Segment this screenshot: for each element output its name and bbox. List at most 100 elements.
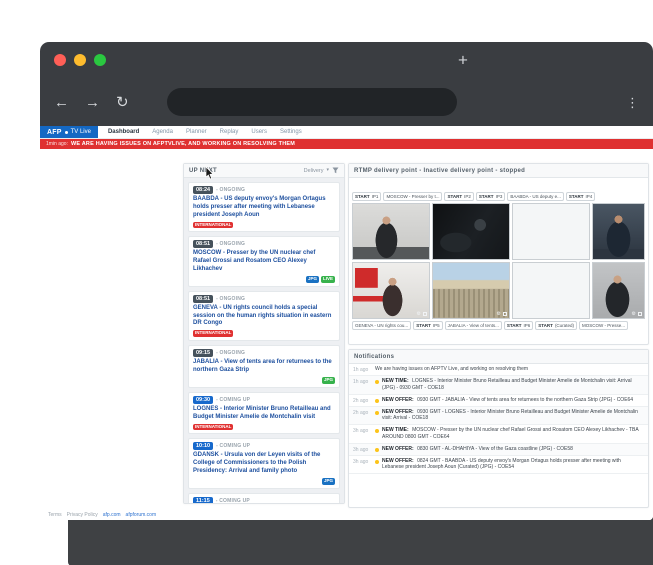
product-name: TV Live [71, 129, 91, 135]
notifications-header: Notifications [349, 350, 648, 364]
delivery-title-geneva: GENEVA - UN rights cou... [352, 321, 411, 330]
new-tab-button[interactable]: + [458, 52, 468, 69]
video-preview-jabalia-aerial[interactable]: ⚙ [432, 262, 510, 319]
nav-items: Dashboard Agenda Planner Replay Users Se… [98, 126, 312, 138]
status-label: - COMING UP [216, 443, 250, 449]
up-next-list: 08:24 - ONGOING BAABDA - US deputy envoy… [184, 178, 344, 503]
ip-label: IP1 [372, 194, 379, 199]
notification-body: LOGNES - Interior Minister Bruno Retaill… [382, 378, 632, 391]
delivery-title-baabda: BAABDA - US deputy e... [507, 192, 564, 201]
notification-row[interactable]: 3h ago NEW TIME: MOSCOW - Presser by the… [349, 425, 648, 444]
up-next-item-jabalia[interactable]: 09:15 - ONGOING JABALIA - View of tents … [188, 345, 340, 388]
browser-titlebar: + [40, 42, 653, 78]
delivery-filter[interactable]: Delivery ▾ [304, 167, 339, 174]
rtmp-title: RTMP delivery point - Inactive delivery … [354, 168, 525, 174]
start-ip2-button[interactable]: START IP2 [444, 192, 473, 201]
start-ip6-button[interactable]: START IP6 [504, 321, 533, 330]
up-next-item-geneva[interactable]: 08:51 - ONGOING GENEVA - UN rights counc… [188, 291, 340, 341]
video-preview-moscow-presser[interactable] [352, 203, 430, 260]
notification-time: 3h ago [353, 446, 375, 453]
notification-row[interactable]: 3h ago NEW OFFER: 0830 GMT - AL-DHAHIYA … [349, 444, 648, 456]
player-fullscreen-icon[interactable] [423, 312, 427, 316]
back-icon[interactable]: ← [54, 95, 69, 110]
video-row-2: ⚙ ⚙ ⚙ [352, 262, 645, 319]
start-ip5-button[interactable]: START IP5 [413, 321, 442, 330]
notification-row[interactable]: 1h ago We are having issues on AFPTV Liv… [349, 364, 648, 376]
title-label: MOSCOW - Presser by t... [386, 194, 439, 199]
video-preview-baabda-presser[interactable] [592, 203, 645, 260]
video-preview-moscow-curated[interactable]: ⚙ [592, 262, 645, 319]
format-tag: JPG [306, 276, 319, 283]
footer-link-afpforum[interactable]: afpforum.com [126, 512, 157, 518]
alert-banner[interactable]: 1min ago: WE ARE HAVING ISSUES ON AFPTVL… [40, 139, 653, 149]
up-next-item-lognes[interactable]: 09:30 - COMING UP LOGNES - Interior Mini… [188, 392, 340, 435]
afp-logo[interactable]: AFP TV Live [40, 126, 98, 138]
up-next-item-baabda[interactable]: 08:24 - ONGOING BAABDA - US deputy envoy… [188, 182, 340, 232]
tab-planner[interactable]: Planner [186, 129, 207, 135]
footer-link-afp[interactable]: afp.com [103, 512, 121, 518]
notification-row[interactable]: 2h ago NEW OFFER: 0930 GMT - LOGNES - In… [349, 407, 648, 426]
notification-prefix: NEW TIME: [382, 427, 409, 433]
start-label: START [507, 323, 522, 328]
tab-replay[interactable]: Replay [220, 129, 239, 135]
ip-label: (Curated) [555, 323, 574, 328]
refresh-icon[interactable]: ↻ [116, 95, 129, 110]
browser-toolbar: ← → ↻ ⋮ [40, 78, 653, 126]
status-label: - ONGOING [216, 350, 245, 356]
start-ip4-button[interactable]: START IP4 [566, 192, 595, 201]
time-badge: 08:51 [193, 295, 213, 303]
title-label: MOSCOW - Presse... [582, 323, 625, 328]
notification-row[interactable]: 3h ago NEW OFFER: 0824 GMT - BAABDA - US… [349, 456, 648, 475]
footer-link-privacy[interactable]: Privacy Policy [67, 512, 98, 518]
rtmp-panel: RTMP delivery point - Inactive delivery … [348, 163, 649, 345]
browser-menu-icon[interactable]: ⋮ [626, 96, 639, 109]
chevron-down-icon: ▾ [326, 168, 329, 173]
notification-dot-icon [375, 399, 379, 403]
notification-prefix: NEW OFFER: [382, 409, 414, 415]
url-bar[interactable] [167, 88, 457, 116]
up-next-item-twickenham[interactable]: 11:15 - COMING UP TWICKENHAM - Rugby/Six… [188, 493, 340, 503]
player-fullscreen-icon[interactable] [503, 312, 507, 316]
video-preview-empty-1[interactable] [512, 203, 590, 260]
notifications-panel: Notifications 1h ago We are having issue… [348, 349, 649, 508]
brand-dot-icon [65, 131, 68, 134]
notification-row[interactable]: 2h ago NEW OFFER: 0930 GMT - JABALIA - V… [349, 395, 648, 407]
up-next-item-gdansk[interactable]: 10:10 - COMING UP GDANSK - Ursula von de… [188, 438, 340, 488]
delivery-filter-label: Delivery [304, 168, 324, 174]
notification-text: NEW OFFER: 0930 GMT - LOGNES - Interior … [382, 409, 644, 423]
event-title: BAABDA - US deputy envoy's Morgan Ortagu… [193, 196, 335, 219]
tab-settings[interactable]: Settings [280, 129, 302, 135]
tab-dashboard[interactable]: Dashboard [108, 129, 139, 135]
minimize-button[interactable] [74, 54, 86, 66]
video-preview-empty-2[interactable] [512, 262, 590, 319]
tab-users[interactable]: Users [251, 129, 267, 135]
title-label: BAABDA - US deputy e... [510, 194, 561, 199]
player-fullscreen-icon[interactable] [638, 312, 642, 316]
notification-time: 3h ago [353, 458, 375, 465]
maximize-button[interactable] [94, 54, 106, 66]
notifications-title: Notifications [354, 354, 394, 360]
up-next-item-moscow[interactable]: 08:51 - ONGOING MOSCOW - Presser by the … [188, 236, 340, 286]
notification-time: 1h ago [353, 378, 375, 385]
notification-text: NEW OFFER: 0824 GMT - BAABDA - US deputy… [382, 458, 644, 472]
notification-dot-icon [375, 380, 379, 384]
footer-link-terms[interactable]: Terms [48, 512, 62, 518]
event-title: GENEVA - UN rights council holds a speci… [193, 305, 335, 328]
video-row-1 [352, 203, 645, 260]
notification-time: 2h ago [353, 409, 375, 416]
start-ip3-button[interactable]: START IP3 [476, 192, 505, 201]
start-curated-button[interactable]: START (Curated) [535, 321, 577, 330]
app-navbar: AFP TV Live Dashboard Agenda Planner Rep… [40, 126, 653, 139]
video-preview-geneva-council[interactable]: ⚙ [352, 262, 430, 319]
tab-agenda[interactable]: Agenda [152, 129, 173, 135]
start-ip1-button[interactable]: START IP1 [352, 192, 381, 201]
player-settings-icon[interactable]: ⚙ [632, 312, 636, 317]
forward-icon[interactable]: → [85, 95, 100, 110]
player-settings-icon[interactable]: ⚙ [417, 312, 421, 317]
video-preview-dark-scene[interactable] [432, 203, 510, 260]
player-settings-icon[interactable]: ⚙ [497, 312, 501, 317]
notification-row[interactable]: 1h ago NEW TIME: LOGNES - Interior Minis… [349, 376, 648, 395]
filter-funnel-icon[interactable] [332, 167, 339, 174]
notification-prefix: NEW TIME: [382, 378, 409, 384]
close-button[interactable] [54, 54, 66, 66]
